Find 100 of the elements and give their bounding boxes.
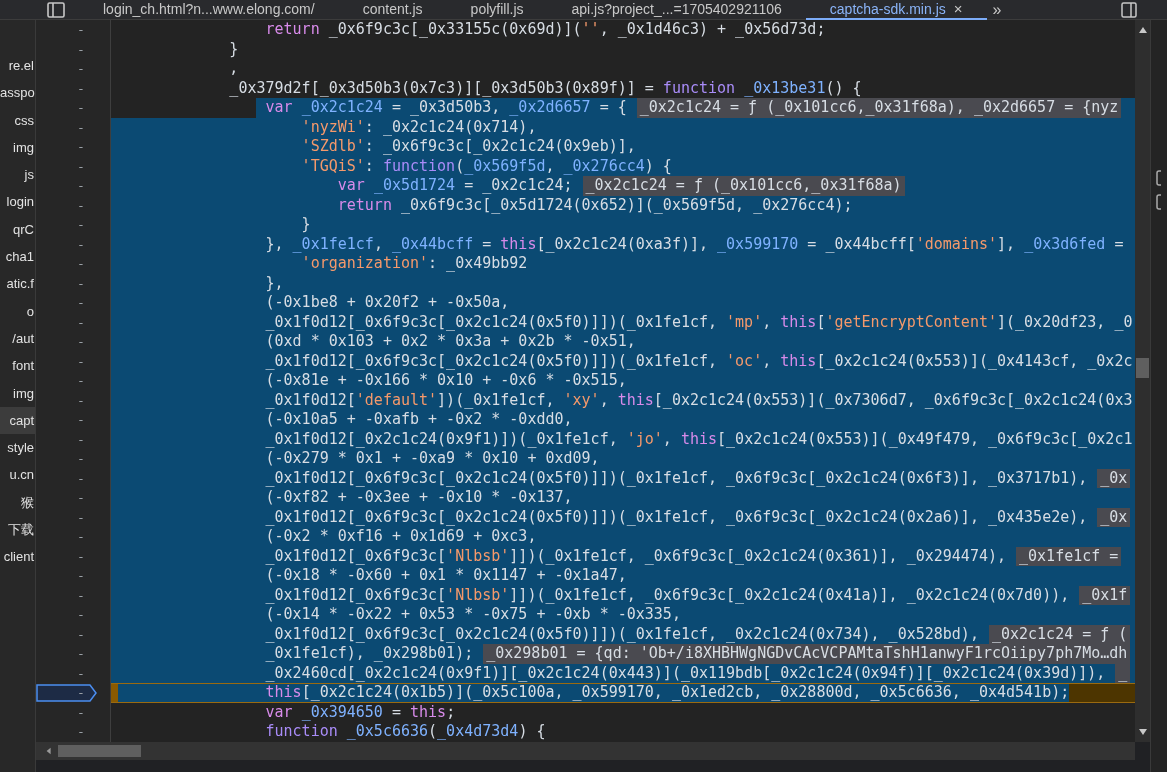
code-line: return _0x6f9c3c[_0x5d1724(0x652)](_0x569f5d, _0x276cc4); (336, 195, 853, 215)
file-tree-item[interactable]: atic.f (0, 270, 35, 298)
line-number: - (77, 431, 85, 447)
file-tree-item[interactable]: asspo (0, 79, 35, 107)
code-line: _0x1f0d12[_0x2c1c24(0x9f1)])(_0x1fe1cf, 'jo', this[_0x2c1c24(0x553)](_0x49f479, _0x6f9c3c[_0x2c1 (264, 429, 1133, 449)
code-line: var _0x2c1c24 = _0x3d50b3, _0x2d6657 = { (264, 98, 627, 118)
line-number: - (77, 80, 85, 96)
file-tree-item[interactable]: 猴 (0, 488, 35, 517)
code-line: }, _0x1fe1cf, _0x44bcff = this[_0x2c1c24(0xa3f)], _0x599170 = _0x44bcff['domains'], _0x3d6fed = (264, 234, 1124, 254)
code-line: (-0x81e + -0x166 * 0x10 + -0x6 * -0x515, (264, 371, 627, 391)
file-tree-item[interactable]: font (0, 352, 35, 380)
scroll-left-icon[interactable] (44, 747, 54, 755)
code-line: _0x1f0d12[_0x6f9c3c[_0x2c1c24(0x5f0)]])(_0x1fe1cf, 'mp', this['getEncryptContent'](_0x20df23, _0 (264, 312, 1133, 332)
line-number: - (77, 685, 85, 700)
file-tree-item[interactable]: capt (0, 406, 35, 435)
code-line: _0x1f0d12[_0x6f9c3c['Nlbsb']])(_0x1fe1cf, _0x6f9c3c[_0x2c1c24(0x361)], _0x294474), (264, 546, 1007, 566)
file-tab[interactable]: api.js?project_...=1705402921106 (547, 0, 806, 20)
line-number: - (77, 470, 85, 486)
line-number: - (77, 704, 85, 720)
file-tree-item[interactable]: 下载 (0, 516, 35, 544)
inline-value-badge: _0x2c1c24 = ƒ ( (988, 624, 1131, 644)
line-number: - (77, 607, 85, 622)
line-number: - (77, 568, 85, 583)
code-line: _0x379d2f[_0x3d50b3(0x7c3)][_0x3d50b3(0x89f)] = function _0x13be31() { (228, 78, 862, 98)
code-line: var _0x5d1724 = _0x2c1c24; (336, 176, 573, 196)
line-number: - (77, 61, 85, 76)
execution-marker-icon (36, 684, 98, 702)
code-line: (-0x14 * -0x22 + 0x53 * -0x75 + -0xb * -0x335, (264, 605, 681, 625)
code-line: (-0x10a5 + -0xafb + -0x2 * -0xdd0, (264, 410, 573, 430)
file-tree-item[interactable]: style (0, 434, 35, 462)
code-line: _0x1f0d12[_0x6f9c3c[_0x2c1c24(0x5f0)]])(_0x1fe1cf, _0x2c1c24(0x734), _0x528bd), (264, 624, 979, 644)
vertical-scrollbar-thumb[interactable] (1136, 358, 1149, 378)
line-number: - (77, 373, 85, 388)
code-line: (0xd * 0x103 + 0x2 * 0x3a + 0x2b * -0x51, (264, 332, 636, 352)
line-number: - (77, 197, 85, 213)
file-tree-item[interactable]: re.el (0, 52, 35, 80)
inline-value-badge: _0x298b01 = {qd: 'Ob+/i8XHBHWgNGDvCAcVCPAMtaTshH1anwyF1rcOiipy7ph7Mo…dh (483, 644, 1131, 664)
code-line: var _0x394650 = this; (264, 702, 456, 722)
file-tab[interactable]: login_ch.html?n...www.elong.com/ (79, 0, 339, 20)
line-number: - (77, 490, 85, 505)
code-line: function _0x5c6636(_0x4d73d4) { (264, 722, 546, 742)
line-number: - (77, 529, 85, 544)
code-line: _0x1f0d12[_0x6f9c3c[_0x2c1c24(0x5f0)]])(_0x1fe1cf, _0x6f9c3c[_0x2c1c24(0x6f3)], _0x3717b1), (264, 468, 1088, 488)
code-line: , (228, 59, 239, 79)
code-line: _0x1f0d12[_0x6f9c3c['Nlbsb']])(_0x1fe1cf, _0x6f9c3c[_0x2c1c24(0x41a)], _0x2c1c24(0x7d0)), (264, 585, 1070, 605)
line-number: - (77, 178, 85, 193)
code-line: _0x1fe1cf), _0x298b01); (264, 644, 474, 664)
code-line: _0x1f0d12[_0x6f9c3c[_0x2c1c24(0x5f0)]])(_0x1fe1cf, 'oc', this[_0x2c1c24(0x553)](_0x4143cf, _0x2c (264, 351, 1133, 371)
code-line: (-0x2 * 0xf16 + 0x1d69 + 0xc3, (264, 527, 537, 547)
inline-value-badge: _0x1f (1079, 585, 1131, 605)
file-tree-item[interactable]: js (0, 161, 35, 189)
close-icon[interactable]: × (953, 0, 963, 17)
code-line: (-0x1be8 + 0x20f2 + -0x50a, (264, 293, 510, 313)
file-tree-item[interactable]: cha1 (0, 243, 35, 271)
line-number: - (77, 451, 85, 466)
file-tree-item[interactable]: css (0, 106, 35, 134)
file-tree-item[interactable]: qrC (0, 215, 35, 244)
line-number: - (77, 392, 85, 408)
line-number: - (77, 139, 85, 154)
line-number: - (77, 412, 85, 427)
more-tabs-icon[interactable]: » (992, 0, 1002, 19)
file-tab[interactable]: content.js (338, 0, 447, 20)
code-line: 'TGQiS': function(_0x569f5d, _0x276cc4) { (300, 156, 672, 176)
line-number: - (77, 626, 85, 642)
line-number: - (77, 119, 85, 135)
file-tab[interactable]: polyfill.js (446, 0, 548, 20)
code-line: return _0x6f9c3c[_0x33155c(0x69d)]('', _0x1d46c3) + _0x56d73d; (264, 20, 826, 40)
line-number: - (77, 100, 85, 115)
code-line: (-0x18 * -0x60 + 0x1 * 0x1147 + -0x1a47, (264, 566, 627, 586)
file-tree-item[interactable]: img (0, 133, 35, 162)
line-number: - (77, 548, 85, 564)
horizontal-scrollbar-thumb[interactable] (58, 745, 141, 757)
file-tree-item[interactable]: login (0, 188, 35, 216)
line-number: - (77, 334, 85, 349)
line-number: - (77, 256, 85, 271)
line-number: - (77, 665, 85, 681)
line-number: - (77, 587, 85, 603)
file-tree-item[interactable]: u.cn (0, 461, 35, 489)
line-number: - (77, 724, 85, 739)
line-number: - (77, 275, 85, 291)
scroll-up-icon[interactable] (1137, 26, 1148, 34)
panel-toggle-icon[interactable] (1121, 1, 1137, 18)
line-number: - (77, 22, 85, 37)
line-number: - (77, 158, 85, 174)
line-number: - (77, 295, 85, 310)
sidebar-toggle-icon[interactable] (47, 1, 65, 18)
file-tree-item[interactable]: img (0, 379, 35, 407)
file-tree-item[interactable]: client (0, 543, 35, 571)
file-tree-item[interactable]: /aut (0, 324, 35, 353)
code-line: _0x2460cd[_0x2c1c24(0x9f1)][_0x2c1c24(0x443)](_0x119bdb[_0x2c1c24(0x94f)][_0x2c1c24(0x39d)]), (264, 663, 1106, 683)
code-line: (-0x279 * 0x1 + -0xa9 * 0x10 + 0xd09, (264, 449, 600, 469)
code-line: (-0xf82 + -0x3ee + -0x10 * -0x137, (264, 488, 573, 508)
inline-value-badge: _0x2c1c24 = ƒ (_0x101cc6,_0x31f68a), _0x2d6657 = {nyz (636, 98, 1122, 118)
line-number: - (77, 217, 85, 232)
code-line: 'organization': _0x49bb92 (300, 254, 528, 274)
code-line: 'SZdlb': _0x6f9c3c[_0x2c1c24(0x9eb)], (300, 137, 636, 157)
line-number: - (77, 236, 85, 252)
file-tree-item[interactable]: o (0, 297, 35, 325)
scroll-down-icon[interactable] (1137, 728, 1148, 736)
line-number: - (77, 353, 85, 369)
